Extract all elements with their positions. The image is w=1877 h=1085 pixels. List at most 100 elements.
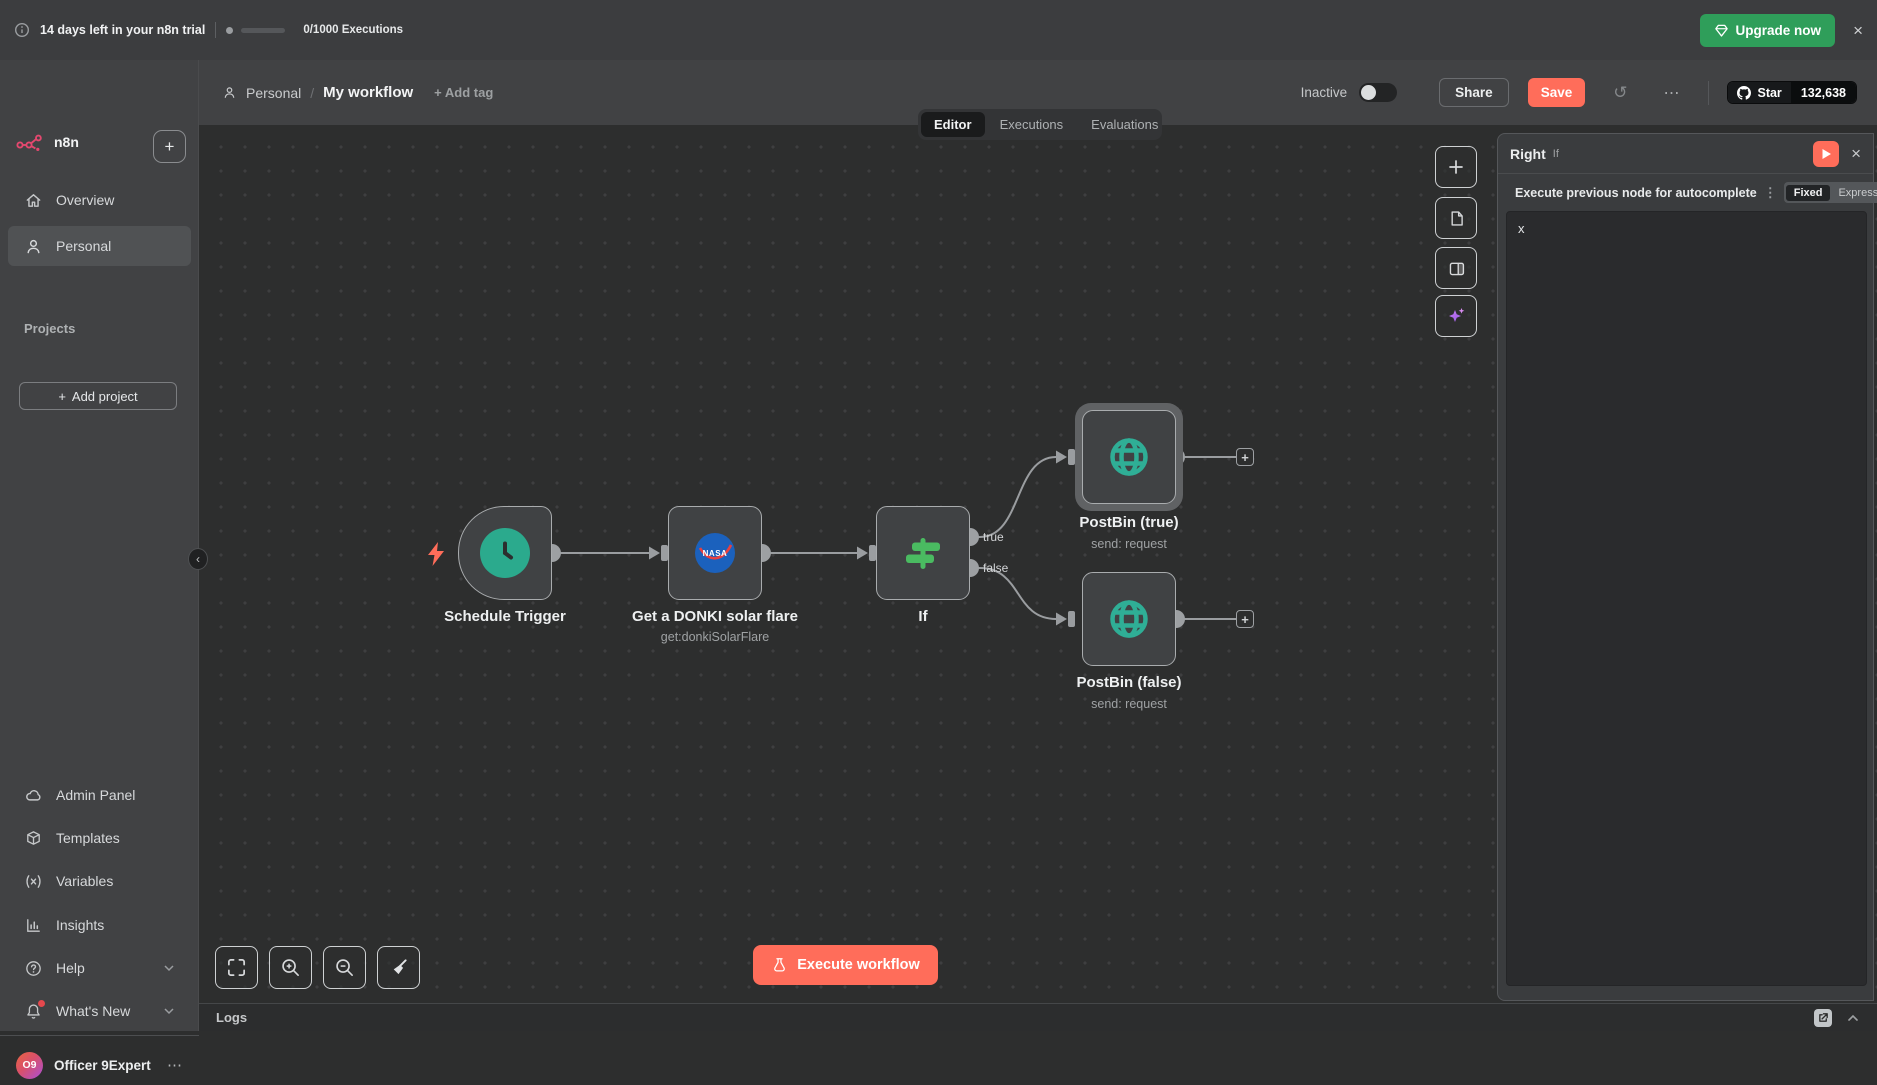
breadcrumb-project[interactable]: Personal xyxy=(246,85,301,101)
github-star-widget[interactable]: Star 132,638 xyxy=(1727,81,1857,104)
zoom-in-button[interactable] xyxy=(269,946,312,989)
node-subtitle: send: request xyxy=(1019,537,1239,551)
execute-workflow-label: Execute workflow xyxy=(797,957,919,973)
clock-icon xyxy=(480,528,530,578)
help-icon xyxy=(24,959,43,978)
gem-icon xyxy=(1714,23,1729,38)
chevron-down-icon xyxy=(163,1005,175,1017)
plus-icon xyxy=(1447,158,1465,176)
bell-wrap xyxy=(24,1002,43,1021)
sidebar-item-whats-new[interactable]: What's New xyxy=(8,991,191,1031)
output-port-label-false: false xyxy=(983,561,1008,575)
zoom-in-icon xyxy=(280,957,301,978)
open-logs-icon[interactable] xyxy=(1814,1009,1832,1027)
user-menu[interactable]: O9 Officer 9Expert ⋯ xyxy=(0,1045,199,1085)
toggle-knob xyxy=(1361,85,1376,100)
node-label: PostBin (true) xyxy=(1019,514,1239,531)
play-icon xyxy=(1821,148,1832,160)
node-postbin-true[interactable] xyxy=(1082,410,1176,504)
sidebar-item-overview[interactable]: Overview xyxy=(8,180,191,220)
add-node-panel-button[interactable] xyxy=(1435,146,1477,188)
node-if[interactable] xyxy=(876,506,970,600)
sidebar-item-templates[interactable]: Templates xyxy=(8,818,191,858)
tab-editor[interactable]: Editor xyxy=(921,112,985,137)
executions-count: 0/1000 Executions xyxy=(303,24,403,36)
user-options-icon[interactable]: ⋯ xyxy=(167,1056,183,1074)
activate-toggle[interactable] xyxy=(1359,83,1397,102)
share-button[interactable]: Share xyxy=(1439,78,1509,107)
node-postbin-false[interactable] xyxy=(1082,572,1176,666)
n8n-logo-icon xyxy=(16,132,46,152)
hint-options-icon[interactable]: ⋮ xyxy=(1764,185,1777,201)
flask-icon xyxy=(771,957,788,974)
variables-icon xyxy=(24,872,43,891)
add-node-button[interactable]: + xyxy=(1236,610,1254,628)
trial-banner: 14 days left in your n8n trial 0/1000 Ex… xyxy=(0,0,1877,60)
executions-progress-track xyxy=(241,28,285,33)
trial-banner-left: 14 days left in your n8n trial 0/1000 Ex… xyxy=(14,22,403,38)
note-icon xyxy=(1447,209,1466,228)
globe-icon xyxy=(1107,435,1151,479)
workflow-menu-icon[interactable]: ⋯ xyxy=(1663,83,1680,103)
zoom-out-icon xyxy=(334,957,355,978)
panel-close-icon[interactable]: × xyxy=(1851,144,1861,164)
chevron-up-icon[interactable] xyxy=(1846,1012,1860,1024)
expression-input[interactable]: x xyxy=(1506,211,1867,986)
projects-section-label: Projects xyxy=(24,321,75,336)
add-node-button[interactable]: + xyxy=(1236,448,1254,466)
broom-icon xyxy=(388,957,409,978)
panel-subtitle: If xyxy=(1553,148,1559,160)
add-project-label: Add project xyxy=(72,389,138,404)
tidy-up-button[interactable] xyxy=(377,946,420,989)
breadcrumb: Personal / My workflow + Add tag xyxy=(222,60,493,125)
globe-icon xyxy=(1107,597,1151,641)
sidebar-collapse-button[interactable]: ‹ xyxy=(188,548,208,570)
mode-expression-option[interactable]: Expression xyxy=(1830,185,1877,201)
signpost-icon xyxy=(900,530,946,576)
zoom-out-button[interactable] xyxy=(323,946,366,989)
run-node-button[interactable] xyxy=(1813,141,1839,167)
logs-bar[interactable]: Logs xyxy=(199,1003,1877,1031)
star-label: Star xyxy=(1757,86,1781,100)
add-sticky-note-button[interactable] xyxy=(1435,197,1477,239)
ai-assistant-button[interactable] xyxy=(1435,295,1477,337)
logs-actions xyxy=(1814,1009,1860,1027)
sidebar-item-label: Templates xyxy=(56,830,175,846)
history-icon[interactable]: ↺ xyxy=(1613,83,1627,103)
upgrade-label: Upgrade now xyxy=(1736,23,1822,38)
node-donki[interactable]: NASA xyxy=(668,506,762,600)
sidebar-item-personal[interactable]: Personal xyxy=(8,226,191,266)
tab-evaluations[interactable]: Evaluations xyxy=(1078,112,1171,137)
add-tag-button[interactable]: + Add tag xyxy=(434,85,493,100)
node-schedule-trigger[interactable] xyxy=(458,506,552,600)
save-button[interactable]: Save xyxy=(1528,78,1586,107)
value-mode-toggle: Fixed Expression xyxy=(1784,182,1877,203)
sidebar-item-label: Variables xyxy=(56,873,175,889)
sidebar-item-insights[interactable]: Insights xyxy=(8,905,191,945)
cloud-icon xyxy=(24,786,43,805)
workflow-title[interactable]: My workflow xyxy=(323,84,413,101)
chart-icon xyxy=(24,916,43,935)
tab-executions[interactable]: Executions xyxy=(987,112,1077,137)
execute-workflow-button[interactable]: Execute workflow xyxy=(753,945,938,985)
sidebar-item-variables[interactable]: Variables xyxy=(8,861,191,901)
brand-logo: n8n xyxy=(16,132,79,152)
trigger-bolt-icon xyxy=(426,541,448,567)
executions-progress-dot xyxy=(226,27,233,34)
new-workflow-button[interactable]: + xyxy=(153,130,186,163)
banner-close-icon[interactable]: × xyxy=(1853,22,1863,39)
sidebar-item-help[interactable]: Help xyxy=(8,948,191,988)
plus-icon: + xyxy=(58,389,66,404)
node-label: Get a DONKI solar flare xyxy=(605,608,825,625)
add-project-button[interactable]: + Add project xyxy=(19,382,177,410)
toggle-panel-button[interactable] xyxy=(1435,247,1477,289)
node-label: PostBin (false) xyxy=(1019,674,1239,691)
github-icon xyxy=(1737,86,1751,100)
zoom-to-fit-button[interactable] xyxy=(215,946,258,989)
upgrade-button[interactable]: Upgrade now xyxy=(1700,14,1836,47)
sidebar-item-admin-panel[interactable]: Admin Panel xyxy=(8,775,191,815)
mode-fixed-option[interactable]: Fixed xyxy=(1786,185,1831,201)
sidebar-divider xyxy=(0,1035,199,1036)
sidebar-item-label: Overview xyxy=(56,192,175,208)
nasa-icon: NASA xyxy=(695,533,735,573)
